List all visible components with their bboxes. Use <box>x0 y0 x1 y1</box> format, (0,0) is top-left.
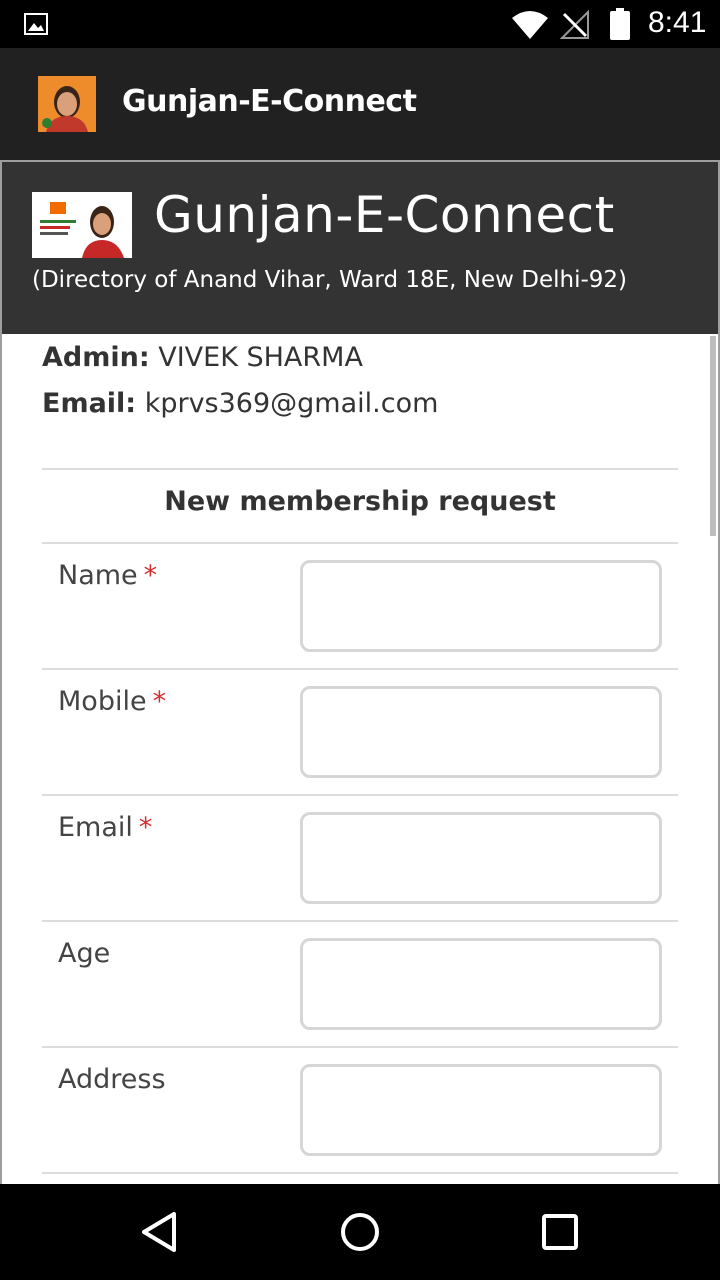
app-bar: Gunjan-E-Connect <box>0 48 720 160</box>
divider <box>42 794 678 796</box>
battery-icon <box>610 8 630 40</box>
no-signal-icon <box>560 10 589 39</box>
back-icon[interactable] <box>138 1210 182 1254</box>
field-label-text: Name <box>58 560 138 591</box>
age-input[interactable] <box>300 938 662 1030</box>
field-label-text: Address <box>58 1064 166 1095</box>
email-info: Email: kprvs369@gmail.com <box>42 388 438 419</box>
divider <box>42 1046 678 1048</box>
admin-email[interactable]: kprvs369@gmail.com <box>145 388 439 419</box>
scrollbar[interactable] <box>710 336 716 536</box>
field-label-text: Email <box>58 812 133 843</box>
email-input[interactable] <box>300 812 662 904</box>
address-label: Address <box>58 1064 166 1095</box>
divider <box>42 468 678 470</box>
divider <box>42 668 678 670</box>
name-label: Name * <box>58 560 157 591</box>
admin-label: Admin: <box>42 342 150 373</box>
address-input[interactable] <box>300 1064 662 1156</box>
required-mark: * <box>138 812 153 843</box>
divider <box>42 542 678 544</box>
field-label-text: Mobile <box>58 686 147 717</box>
avatar-photo-icon <box>38 76 96 132</box>
age-label: Age <box>58 938 110 969</box>
email-label: Email: <box>42 388 137 419</box>
required-mark: * <box>143 560 158 591</box>
email-field-label: Email * <box>58 812 152 843</box>
banner-image <box>32 192 132 258</box>
form-heading: New membership request <box>164 486 556 517</box>
mobile-input[interactable] <box>300 686 662 778</box>
status-bar: 8:41 <box>0 0 720 48</box>
mobile-label: Mobile * <box>58 686 166 717</box>
header-title: Gunjan-E-Connect <box>154 186 615 244</box>
page: Gunjan-E-Connect (Directory of Anand Vih… <box>2 162 718 1184</box>
header-subtitle: (Directory of Anand Vihar, Ward 18E, New… <box>32 267 628 293</box>
admin-info: Admin: VIVEK SHARMA <box>42 342 363 373</box>
wifi-icon <box>512 11 548 39</box>
header-panel: Gunjan-E-Connect (Directory of Anand Vih… <box>2 162 718 334</box>
admin-name: VIVEK SHARMA <box>158 342 363 373</box>
navigation-bar <box>0 1184 720 1280</box>
field-label-text: Age <box>58 938 111 969</box>
divider <box>42 1172 678 1174</box>
required-mark: * <box>152 686 167 717</box>
web-content[interactable]: Gunjan-E-Connect (Directory of Anand Vih… <box>0 160 720 1184</box>
divider <box>42 920 678 922</box>
home-icon[interactable] <box>338 1210 382 1254</box>
name-input[interactable] <box>300 560 662 652</box>
banner-logo-icon <box>32 192 132 258</box>
app-logo-avatar <box>38 76 96 132</box>
clock: 8:41 <box>648 6 707 39</box>
recents-icon[interactable] <box>538 1210 582 1254</box>
app-title: Gunjan-E-Connect <box>122 84 417 119</box>
gallery-notification-icon <box>24 13 48 35</box>
